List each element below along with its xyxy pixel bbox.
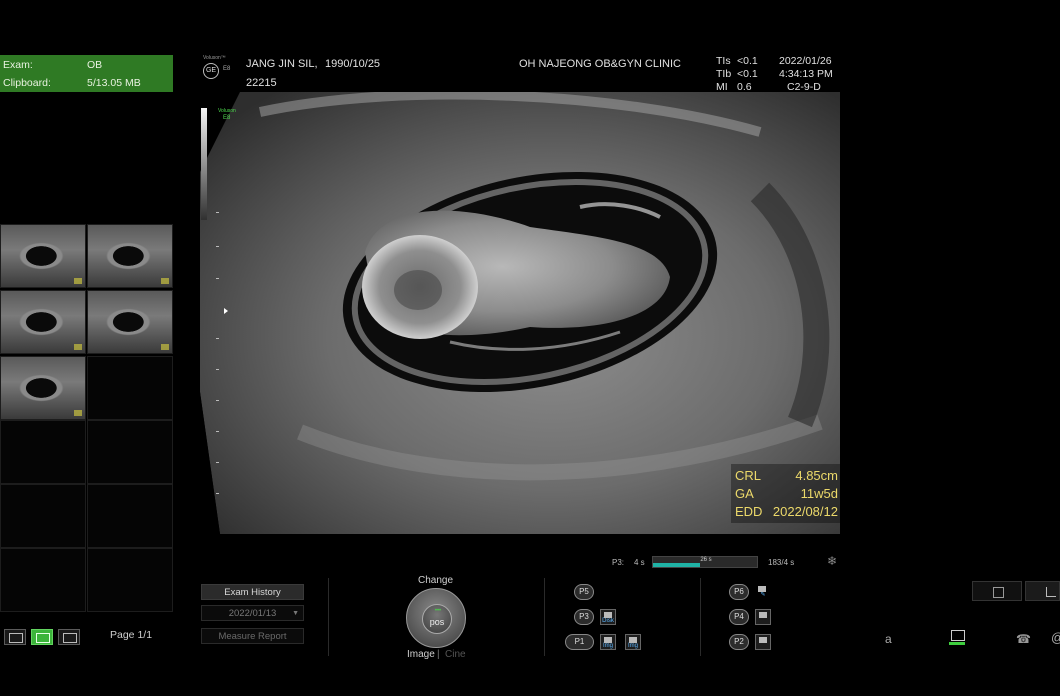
ga-label: GA xyxy=(735,486,754,501)
grid-2x2-icon[interactable] xyxy=(31,629,53,645)
measurement-results: CRL 4.85cm GA 11w5d EDD 2022/08/12 xyxy=(731,464,840,523)
snowflake-icon[interactable]: ❄ xyxy=(827,554,837,568)
patient-id: 22215 xyxy=(246,77,277,89)
patient-dob: 1990/10/25 xyxy=(325,58,381,70)
depth-tick xyxy=(216,369,219,370)
trackball-control[interactable]: pos ••• xyxy=(406,588,466,648)
edit-pencil-icon[interactable]: ✎ xyxy=(755,584,771,600)
trackball-dots: ••• xyxy=(434,608,442,614)
focus-marker-icon[interactable] xyxy=(224,308,228,314)
depth-tick xyxy=(216,278,219,279)
empty-thumbnail-slot xyxy=(87,356,173,420)
tis-value: <0.1 xyxy=(737,55,758,67)
clipboard-thumbnail[interactable] xyxy=(87,290,173,354)
edd-value: 2022/08/12 xyxy=(772,504,838,519)
clinic-name: OH NAJEONG OB&GYN CLINIC xyxy=(519,58,681,70)
grid-3x3-icon[interactable] xyxy=(58,629,80,645)
ga-value: 11w5d xyxy=(800,486,838,501)
divider xyxy=(544,578,545,656)
cine-end-time: 183/4 s xyxy=(768,558,795,567)
image-brand-text: Voluson xyxy=(218,108,236,114)
ge-logo-icon: GE xyxy=(203,63,219,79)
divider xyxy=(700,578,701,656)
page-indicator: Page 1/1 xyxy=(110,629,153,641)
tib-label: TIb xyxy=(716,68,732,80)
exam-time: 4:34:13 PM xyxy=(779,68,833,80)
edd-label: EDD xyxy=(735,504,763,519)
brand-text: Voluson™ xyxy=(203,55,226,61)
measure-report-button[interactable]: Measure Report xyxy=(201,628,304,644)
history-date-value: 2022/01/13 xyxy=(228,608,277,619)
printer-icon[interactable] xyxy=(755,634,771,650)
cine-start-time: 4 s xyxy=(634,558,645,567)
mode-cine-option[interactable]: Cine xyxy=(445,649,466,660)
tib-value: <0.1 xyxy=(737,68,758,80)
trackball-label: pos xyxy=(429,617,445,627)
grayscale-bar xyxy=(201,108,207,220)
depth-tick xyxy=(216,400,219,401)
depth-tick xyxy=(216,462,219,463)
single-layout-icon[interactable] xyxy=(4,629,26,645)
divider xyxy=(328,578,329,656)
empty-thumbnail-slot xyxy=(87,484,173,548)
cine-mid-time: 26 s xyxy=(700,557,712,563)
cine-label: P3: xyxy=(612,558,625,567)
depth-tick xyxy=(216,212,219,213)
empty-thumbnail-slot xyxy=(0,548,86,612)
chart-button[interactable] xyxy=(1025,581,1060,601)
clipboard-thumbnail[interactable] xyxy=(0,290,86,354)
p3-button[interactable]: P3 xyxy=(574,609,594,625)
trackball-button[interactable]: pos ••• xyxy=(422,604,452,634)
exam-value: OB xyxy=(87,59,103,71)
p2-button[interactable]: P2 xyxy=(729,634,749,650)
image-model-text: E8 xyxy=(223,115,231,121)
clipboard-value: 5/13.05 MB xyxy=(87,77,141,89)
clipboard-thumbnail[interactable] xyxy=(87,224,173,288)
depth-tick xyxy=(216,246,219,247)
change-label: Change xyxy=(418,575,454,586)
empty-thumbnail-slot xyxy=(87,420,173,484)
clipboard-thumbnail[interactable] xyxy=(0,224,86,288)
printer-icon[interactable] xyxy=(755,609,771,625)
clipboard-row: Clipboard: 5/13.05 MB xyxy=(0,74,173,92)
phone-icon[interactable]: ☎ xyxy=(1016,632,1031,646)
exam-info-panel: Exam: OB Clipboard: 5/13.05 MB xyxy=(0,55,173,92)
mode-separator: | xyxy=(437,649,440,660)
crl-value: 4.85cm xyxy=(795,468,838,483)
exam-date: 2022/01/26 xyxy=(779,55,832,67)
p1-button[interactable]: P1 xyxy=(565,634,594,650)
mode-image-option[interactable]: Image xyxy=(407,649,435,660)
depth-tick xyxy=(216,338,219,339)
exam-history-button[interactable]: Exam History xyxy=(201,584,304,600)
exam-label: Exam: xyxy=(3,59,33,71)
model-text: E8 xyxy=(223,66,231,72)
cine-progress-bar[interactable]: 26 s xyxy=(652,556,758,568)
depth-tick xyxy=(216,431,219,432)
exam-row: Exam: OB xyxy=(0,56,173,74)
p6-button[interactable]: P6 xyxy=(729,584,749,600)
clipboard-label: Clipboard: xyxy=(3,77,51,89)
at-glyph[interactable]: @ xyxy=(1051,630,1060,645)
layout-selector xyxy=(4,629,84,647)
empty-thumbnail-slot xyxy=(0,484,86,548)
annotation-glyph[interactable]: a xyxy=(885,632,892,646)
export-image-icon[interactable]: Img xyxy=(625,634,641,650)
empty-thumbnail-slot xyxy=(0,420,86,484)
tis-label: TIs xyxy=(716,55,731,67)
clipboard-thumbnail-grid xyxy=(0,224,174,614)
patient-name: JANG JIN SIL, xyxy=(246,58,318,70)
clipboard-thumbnail[interactable] xyxy=(0,356,86,420)
crl-label: CRL xyxy=(735,468,762,483)
depth-tick xyxy=(216,493,219,494)
empty-thumbnail-slot xyxy=(87,548,173,612)
network-icon[interactable] xyxy=(949,630,965,646)
p4-button[interactable]: P4 xyxy=(729,609,749,625)
p5-button[interactable]: P5 xyxy=(574,584,594,600)
history-date-select[interactable]: 2022/01/13 ▼ xyxy=(201,605,304,621)
checklist-button[interactable] xyxy=(972,581,1022,601)
save-image-icon[interactable]: Img xyxy=(600,634,616,650)
chevron-down-icon: ▼ xyxy=(292,610,299,617)
save-disk-icon[interactable]: Disk xyxy=(600,609,616,625)
